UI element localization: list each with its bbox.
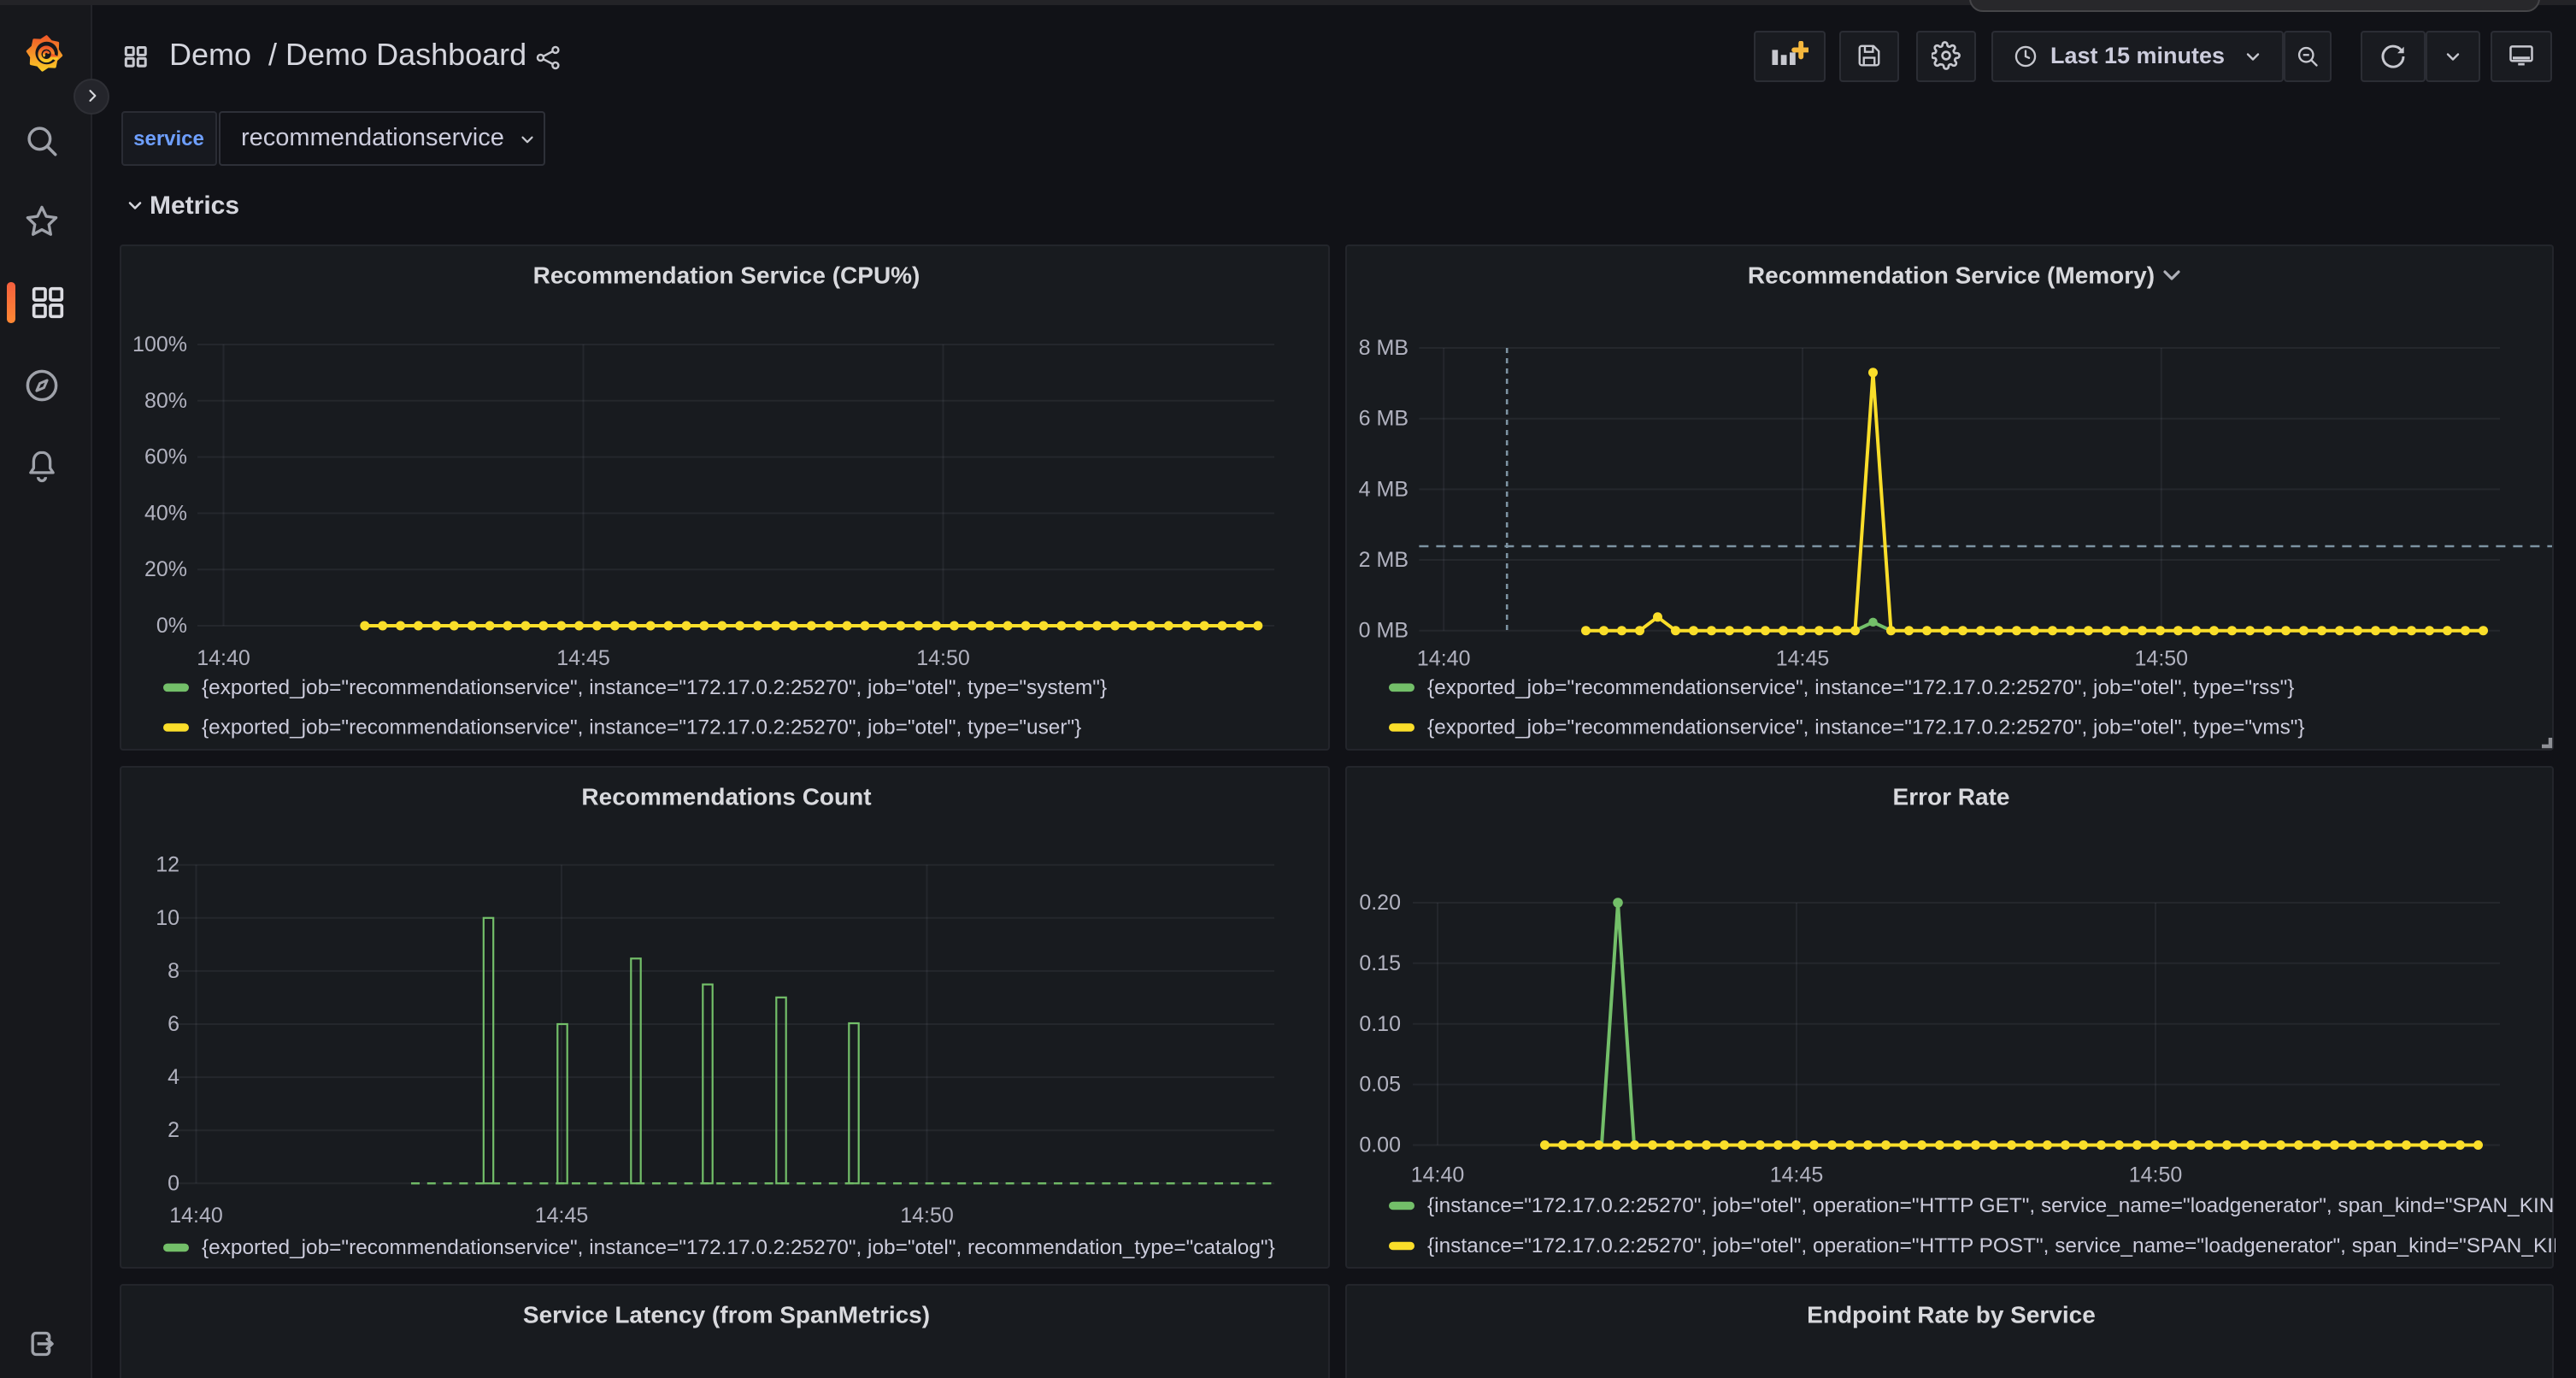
svg-text:14:50: 14:50 [2134,647,2188,671]
svg-text:14:40: 14:40 [1416,647,1470,671]
svg-text:2 MB: 2 MB [1358,548,1408,572]
svg-text:Service Latency (from SpanMetr: Service Latency (from SpanMetrics) [523,1302,930,1328]
svg-text:14:45: 14:45 [1769,1163,1823,1187]
svg-text:0%: 0% [156,614,187,638]
svg-text:{exported_job="recommendations: {exported_job="recommendationservice", i… [202,1236,1275,1259]
svg-text:14:40: 14:40 [197,646,250,670]
svg-text:14:45: 14:45 [535,1204,589,1228]
svg-text:{exported_job="recommendations: {exported_job="recommendationservice", i… [202,676,1107,699]
svg-text:14:45: 14:45 [1775,647,1829,671]
svg-text:100%: 100% [132,333,187,356]
svg-text:14:45: 14:45 [556,646,610,670]
svg-text:Recommendation Service (CPU%): Recommendation Service (CPU%) [533,262,920,289]
svg-text:40%: 40% [144,501,187,525]
svg-text:{instance="172.17.0.2:25270",: {instance="172.17.0.2:25270", job="otel"… [1426,1234,2555,1257]
svg-text:8: 8 [168,959,179,983]
svg-text:6 MB: 6 MB [1358,407,1408,431]
svg-text:10: 10 [156,906,179,930]
svg-text:4: 4 [168,1065,179,1089]
svg-text:{exported_job="recommendations: {exported_job="recommendationservice", i… [1426,676,2293,699]
svg-text:20%: 20% [144,557,187,581]
svg-text:2: 2 [168,1118,179,1142]
svg-text:14:50: 14:50 [916,646,970,670]
svg-text:{exported_job="recommendations: {exported_job="recommendationservice", i… [202,716,1081,739]
svg-text:14:50: 14:50 [2128,1163,2182,1187]
svg-text:0 MB: 0 MB [1358,619,1408,643]
svg-text:Error Rate: Error Rate [1892,784,2009,810]
svg-text:14:50: 14:50 [900,1204,954,1228]
svg-text:4 MB: 4 MB [1358,477,1408,501]
svg-text:0.10: 0.10 [1358,1012,1400,1036]
svg-text:0.20: 0.20 [1358,891,1400,915]
svg-text:14:40: 14:40 [169,1204,223,1228]
svg-text:6: 6 [168,1012,179,1036]
svg-text:Recommendation Service (Memory: Recommendation Service (Memory) [1747,262,2154,289]
svg-text:12: 12 [156,853,179,877]
svg-text:{instance="172.17.0.2:25270",: {instance="172.17.0.2:25270", job="otel"… [1426,1194,2555,1217]
svg-text:0.00: 0.00 [1358,1134,1400,1157]
svg-text:{exported_job="recommendations: {exported_job="recommendationservice", i… [1426,716,2304,739]
svg-text:0.15: 0.15 [1358,951,1400,975]
svg-text:14:40: 14:40 [1410,1163,1464,1187]
svg-text:60%: 60% [144,445,187,469]
svg-text:8 MB: 8 MB [1358,336,1408,360]
svg-text:Recommendations Count: Recommendations Count [581,784,871,810]
svg-text:0: 0 [168,1171,179,1195]
svg-text:80%: 80% [144,389,187,413]
svg-text:Endpoint Rate by Service: Endpoint Rate by Service [1806,1302,2095,1328]
svg-text:0.05: 0.05 [1358,1073,1400,1097]
